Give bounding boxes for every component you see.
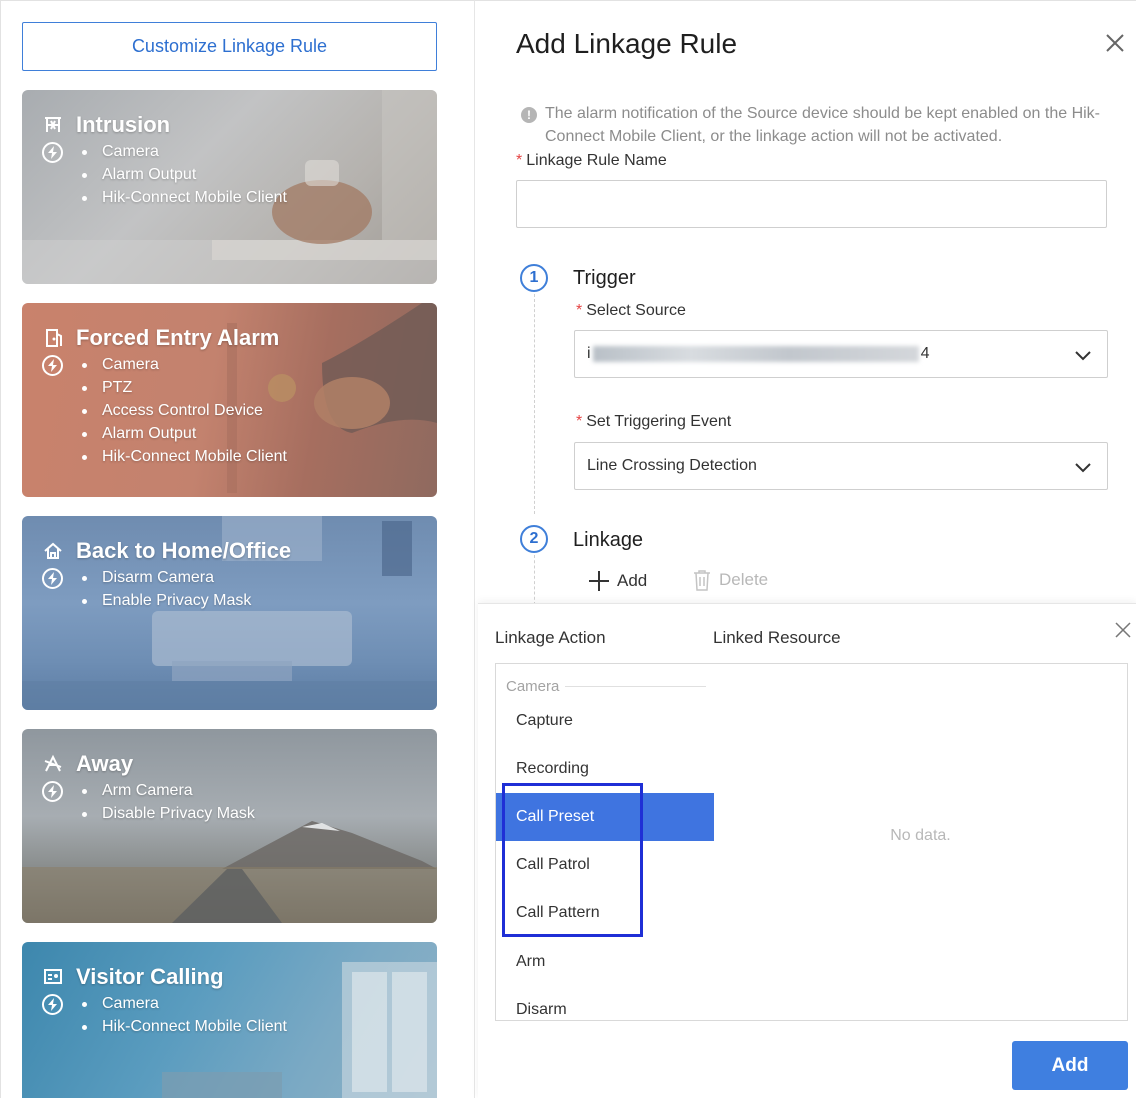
card-item: Alarm Output xyxy=(82,422,287,445)
card-items: Camera PTZ Access Control Device Alarm O… xyxy=(82,353,287,468)
delete-linkage-button[interactable]: Delete xyxy=(693,569,768,591)
card-item: Arm Camera xyxy=(82,779,255,802)
door-icon xyxy=(42,327,64,349)
action-item-arm[interactable]: Arm xyxy=(496,938,714,986)
linkage-action-header: Linkage Action xyxy=(495,628,606,647)
select-source-dropdown[interactable]: i 4 xyxy=(574,330,1108,378)
step-connector xyxy=(534,555,535,605)
away-icon xyxy=(42,753,64,775)
trash-icon xyxy=(694,570,710,591)
card-title: Intrusion xyxy=(76,112,171,137)
action-item-capture[interactable]: Capture xyxy=(496,697,714,745)
card-item: Camera xyxy=(82,992,287,1015)
template-card-visitor-calling[interactable]: Visitor Calling Camera Hik-Connect Mobil… xyxy=(22,942,437,1098)
home-icon xyxy=(42,540,64,562)
step-connector xyxy=(534,294,535,514)
card-title: Visitor Calling xyxy=(76,964,224,989)
delete-linkage-label: Delete xyxy=(719,570,769,589)
action-item-recording[interactable]: Recording xyxy=(496,745,714,793)
card-item: Disarm Camera xyxy=(82,566,251,589)
lightning-icon xyxy=(42,142,63,163)
info-icon: ! xyxy=(521,107,537,123)
lightning-icon xyxy=(42,568,63,589)
add-button[interactable]: Add xyxy=(1012,1041,1128,1090)
card-item: Alarm Output xyxy=(82,163,287,186)
source-value-prefix: i xyxy=(587,345,591,362)
chevron-down-icon xyxy=(1073,458,1093,476)
card-item: Disable Privacy Mask xyxy=(82,802,255,825)
add-linkage-button[interactable]: Add xyxy=(587,569,647,593)
panel-title: Add Linkage Rule xyxy=(516,28,738,59)
action-group-label: Camera xyxy=(506,678,706,695)
customize-linkage-rule-button[interactable]: Customize Linkage Rule xyxy=(22,22,437,71)
visitor-icon xyxy=(42,966,64,988)
card-title: Forced Entry Alarm xyxy=(76,325,280,350)
linkage-rule-screen: Customize Linkage Rule Intrusion Camera … xyxy=(0,0,1136,1098)
triggering-event-value: Line Crossing Detection xyxy=(587,457,757,474)
step-2-marker: 2 xyxy=(520,525,548,553)
action-item-call-preset[interactable]: Call Preset xyxy=(496,793,714,841)
empty-state-text: No data. xyxy=(890,827,951,844)
select-source-label: * Select Source xyxy=(576,302,686,319)
triggering-event-dropdown[interactable]: Line Crossing Detection xyxy=(574,442,1108,490)
card-item: Enable Privacy Mask xyxy=(82,589,251,612)
linkage-template-column: Customize Linkage Rule Intrusion Camera … xyxy=(0,0,474,1098)
linkage-section-title: Linkage xyxy=(573,529,644,551)
lightning-icon xyxy=(42,781,63,802)
add-linkage-label: Add xyxy=(617,571,648,590)
card-item: Access Control Device xyxy=(82,399,287,422)
step-1-marker: 1 xyxy=(520,264,548,292)
card-item: Hik-Connect Mobile Client xyxy=(82,186,287,209)
template-card-intrusion[interactable]: Intrusion Camera Alarm Output Hik-Connec… xyxy=(22,90,437,284)
linkage-action-list[interactable]: Camera Capture Recording Call Preset Cal… xyxy=(495,663,715,1021)
chevron-down-icon xyxy=(1073,346,1093,364)
trigger-section-title: Trigger xyxy=(573,267,636,289)
card-items: Arm Camera Disable Privacy Mask xyxy=(82,779,255,825)
source-value-suffix: 4 xyxy=(920,345,930,362)
card-item: Hik-Connect Mobile Client xyxy=(82,445,287,468)
linkage-rule-name-input[interactable] xyxy=(516,180,1107,228)
action-item-disarm[interactable]: Disarm xyxy=(496,986,714,1020)
card-title: Back to Home/Office xyxy=(76,538,292,563)
blurred-device-name xyxy=(592,346,919,362)
triggering-event-label: * Set Triggering Event xyxy=(576,413,732,430)
close-icon[interactable] xyxy=(1114,621,1132,639)
plus-icon xyxy=(589,571,609,591)
action-item-call-pattern[interactable]: Call Pattern xyxy=(496,889,714,937)
lightning-icon xyxy=(42,355,63,376)
template-card-back-to-home-office[interactable]: Back to Home/Office Disarm Camera Enable… xyxy=(22,516,437,710)
card-title: Away xyxy=(76,751,134,776)
linkage-rule-name-label: * Linkage Rule Name xyxy=(516,152,667,169)
linkage-action-popup: Linkage Action Linked Resource Camera Ca… xyxy=(478,603,1136,1098)
required-marker: * xyxy=(516,152,523,169)
lightning-icon xyxy=(42,994,63,1015)
template-card-away[interactable]: Away Arm Camera Disable Privacy Mask xyxy=(22,729,437,923)
notice-text: The alarm notification of the Source dev… xyxy=(545,105,1100,145)
card-items: Camera Hik-Connect Mobile Client xyxy=(82,992,287,1038)
card-item: Camera xyxy=(82,353,287,376)
linked-resource-header: Linked Resource xyxy=(713,628,841,647)
linked-resource-panel: No data. xyxy=(714,663,1128,1021)
card-items: Disarm Camera Enable Privacy Mask xyxy=(82,566,251,612)
card-item: PTZ xyxy=(82,376,287,399)
close-icon[interactable] xyxy=(1103,31,1127,55)
required-marker: * xyxy=(576,413,583,430)
template-card-forced-entry-alarm[interactable]: Forced Entry Alarm Camera PTZ Access Con… xyxy=(22,303,437,497)
card-item: Hik-Connect Mobile Client xyxy=(82,1015,287,1038)
intrusion-icon xyxy=(42,114,64,136)
action-item-call-patrol[interactable]: Call Patrol xyxy=(496,841,714,889)
required-marker: * xyxy=(576,302,583,319)
card-items: Camera Alarm Output Hik-Connect Mobile C… xyxy=(82,140,287,209)
card-item: Camera xyxy=(82,140,287,163)
